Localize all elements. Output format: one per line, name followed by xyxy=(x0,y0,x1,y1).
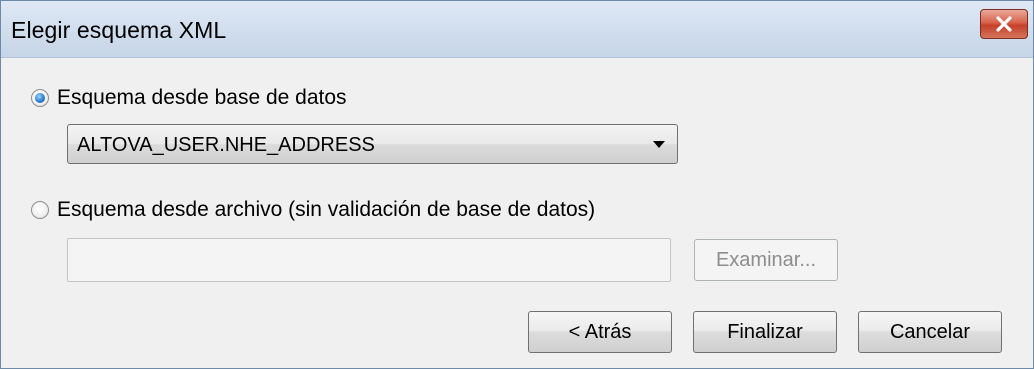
browse-button[interactable]: Examinar... xyxy=(694,239,838,281)
radio-from-file-label[interactable]: Esquema desde archivo (sin validación de… xyxy=(57,198,595,222)
back-button[interactable]: < Atrás xyxy=(528,311,672,353)
radio-from-database-label[interactable]: Esquema desde base de datos xyxy=(57,86,347,110)
close-icon xyxy=(996,16,1012,32)
radio-from-file[interactable] xyxy=(31,201,49,219)
schema-select[interactable]: ALTOVA_USER.NHE_ADDRESS xyxy=(67,124,678,164)
dialog-content: Esquema desde base de datos ALTOVA_USER.… xyxy=(1,58,1033,368)
option-from-file[interactable]: Esquema desde archivo (sin validación de… xyxy=(31,198,595,222)
finish-button[interactable]: Finalizar xyxy=(693,311,837,353)
schema-select-value: ALTOVA_USER.NHE_ADDRESS xyxy=(77,134,375,156)
close-button[interactable] xyxy=(980,9,1028,39)
option-from-database[interactable]: Esquema desde base de datos xyxy=(31,86,347,110)
chevron-down-icon[interactable] xyxy=(653,141,665,148)
cancel-button[interactable]: Cancelar xyxy=(858,311,1002,353)
radio-from-database[interactable] xyxy=(31,89,49,107)
dialog-title: Elegir esquema XML xyxy=(11,17,227,43)
file-path-input[interactable] xyxy=(67,238,671,282)
title-bar[interactable]: Elegir esquema XML xyxy=(1,1,1033,58)
dialog-window: Elegir esquema XML Esquema desde base de… xyxy=(0,0,1034,369)
